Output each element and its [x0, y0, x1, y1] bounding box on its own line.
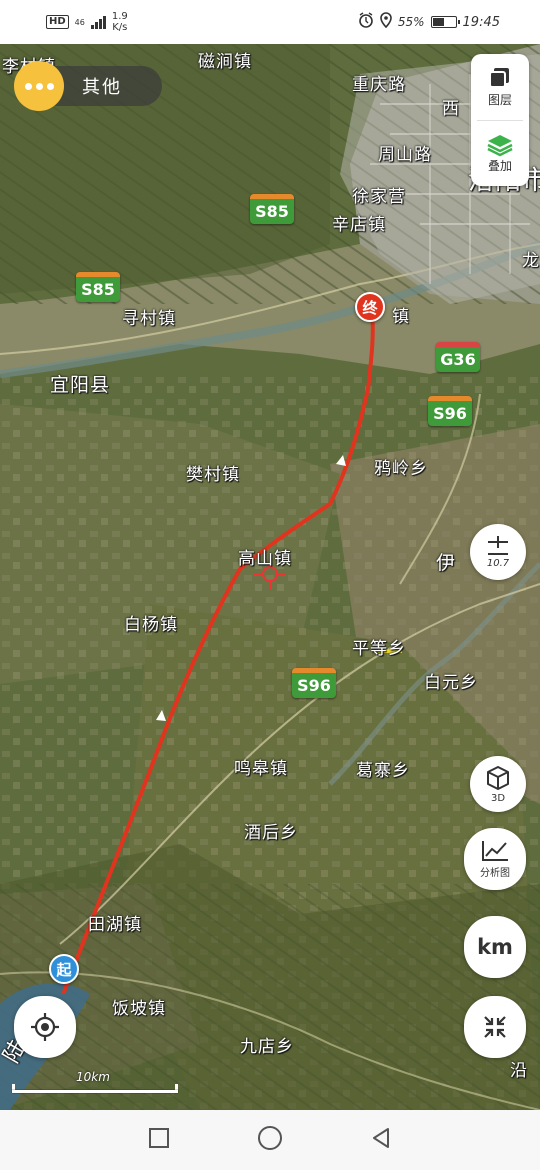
place-label: 磁涧镇: [198, 52, 252, 72]
place-label: 白杨镇: [124, 615, 178, 635]
analysis-button[interactable]: 分析图: [464, 828, 526, 890]
place-label: 九店乡: [240, 1037, 294, 1057]
recents-icon[interactable]: [147, 1126, 171, 1154]
status-bar: HD 46 1.9 K/s 55% 19:45: [0, 0, 540, 44]
network-type: 46: [74, 17, 85, 27]
other-menu[interactable]: 其他: [14, 61, 162, 111]
layer-panel: 图层 叠加: [471, 54, 529, 186]
place-label: 饭坡镇: [112, 999, 166, 1019]
signal-icon: [90, 15, 106, 29]
home-icon[interactable]: [257, 1125, 283, 1155]
highway-shield: G36: [436, 342, 480, 372]
zoom-button[interactable]: 10.7: [470, 524, 526, 580]
unit-toggle-button[interactable]: km: [464, 916, 526, 978]
highway-shield: S96: [292, 668, 336, 698]
net-speed-value: 1.9: [111, 11, 128, 22]
view-3d-label: 3D: [490, 793, 506, 804]
net-speed-unit: K/s: [112, 22, 128, 33]
ellipsis-icon[interactable]: [14, 61, 64, 111]
system-nav-bar: [0, 1110, 540, 1170]
analysis-label: 分析图: [480, 868, 510, 879]
scale-bar: 10km: [12, 1070, 178, 1093]
place-label: 镇: [392, 307, 410, 327]
net-speed: 1.9 K/s: [112, 11, 128, 33]
locate-button[interactable]: [14, 996, 76, 1058]
place-label: 葛寨乡: [356, 761, 410, 781]
place-label: 龙: [522, 251, 540, 271]
scale-line: [12, 1090, 178, 1093]
layers-button[interactable]: 图层: [471, 54, 529, 120]
place-label: 辛店镇: [332, 215, 386, 235]
layers-icon: [489, 68, 509, 89]
highway-shield: S85: [250, 194, 294, 224]
other-label: 其他: [82, 77, 122, 98]
place-label: 寻村镇: [122, 309, 176, 329]
battery-icon: [430, 16, 460, 28]
place-label: 高山镇: [238, 549, 292, 569]
place-label: 重庆路: [352, 75, 406, 95]
battery-percent: 55%: [397, 15, 425, 29]
overlay-button[interactable]: 叠加: [471, 121, 529, 187]
place-label: 西: [442, 99, 460, 119]
back-icon[interactable]: [369, 1126, 393, 1154]
satellite-map[interactable]: 磁涧镇 重庆路 西 周山路 徐家营 辛店镇 洛阳市 龙 李村镇 寻村镇 镇 宜阳…: [0, 44, 540, 1110]
place-label: 平等乡: [352, 639, 406, 659]
status-right: 55% 19:45: [358, 12, 500, 32]
clock: 19:45: [462, 14, 500, 30]
layers-label: 图层: [487, 93, 512, 108]
place-label: 周山路: [378, 145, 432, 165]
place-label: 鸣皋镇: [234, 759, 288, 779]
compress-icon: [484, 1016, 506, 1038]
zoom-level: 10.7: [486, 558, 510, 569]
location-icon: [380, 12, 392, 32]
battery-fill: [432, 18, 445, 26]
cube-icon: [487, 766, 509, 790]
collapse-button[interactable]: [464, 996, 526, 1058]
place-label: 樊村镇: [186, 465, 240, 485]
place-label: 宜阳县: [50, 374, 111, 396]
highway-shield: S96: [428, 396, 472, 426]
overlay-label: 叠加: [487, 158, 512, 173]
alarm-icon: [358, 12, 374, 32]
hd-badge: HD: [46, 15, 69, 29]
place-label: 田湖镇: [88, 915, 142, 935]
place-label: 沿: [510, 1061, 528, 1081]
place-label: 白元乡: [424, 673, 478, 693]
place-label: 鸦岭乡: [374, 459, 428, 479]
crosshair-locate-icon: [31, 1013, 59, 1041]
stack-icon: [487, 134, 513, 157]
place-label: 伊: [436, 552, 457, 574]
route-end-marker[interactable]: 终: [355, 292, 385, 322]
chart-icon: [482, 841, 508, 861]
zoom-icon: [488, 536, 508, 555]
status-left: HD 46 1.9 K/s: [46, 11, 128, 33]
highway-shield: S85: [76, 272, 120, 302]
place-label: 酒后乡: [244, 823, 298, 843]
route-start-marker[interactable]: 起: [49, 954, 79, 984]
scale-label: 10km: [76, 1070, 110, 1084]
view-3d-button[interactable]: 3D: [470, 756, 526, 812]
place-label: 徐家营: [352, 187, 406, 207]
